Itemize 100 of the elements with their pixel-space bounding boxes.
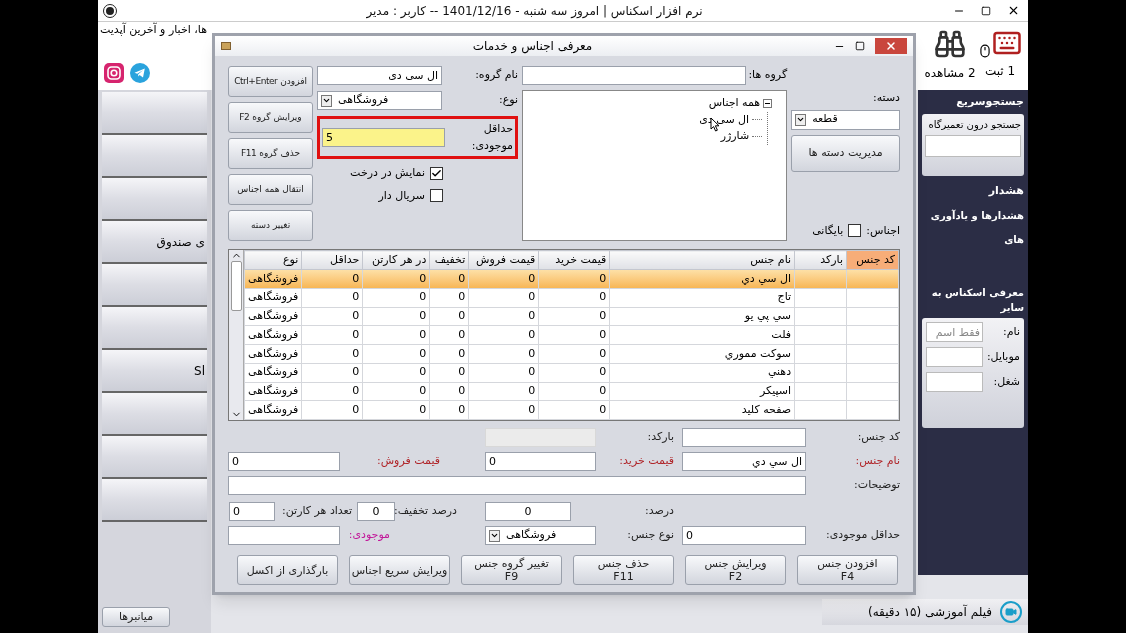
category-select[interactable]: قطعه <box>791 109 900 130</box>
column-header[interactable]: کد جنس <box>846 250 899 270</box>
panel-heading: جستجوسریع <box>955 94 1024 110</box>
table-cell: 0 <box>468 363 539 382</box>
table-cell <box>846 269 899 289</box>
archive-checkbox[interactable] <box>848 224 862 238</box>
code-field[interactable] <box>682 428 806 447</box>
text-field[interactable] <box>926 347 983 367</box>
alert-text: هشدارها و یادآوری های <box>930 210 1024 245</box>
tree-item[interactable]: شارژر <box>720 128 750 145</box>
checkbox[interactable] <box>429 166 443 180</box>
table-cell <box>846 325 899 345</box>
checkbox[interactable] <box>429 189 443 203</box>
table-cell: 0 <box>429 307 469 326</box>
stock-field[interactable] <box>228 526 340 545</box>
field-label: کد جنس: <box>856 429 900 446</box>
table-cell: 0 <box>468 325 539 345</box>
close-icon[interactable] <box>1007 4 1020 17</box>
telegram-icon[interactable] <box>130 62 150 83</box>
table-cell: 0 <box>468 288 539 307</box>
video-camera-icon <box>1000 601 1022 623</box>
column-header[interactable]: تخفیف <box>429 250 469 270</box>
field-label: تعداد هر کارتن: <box>281 503 353 520</box>
carton-count-field[interactable]: 0 <box>229 502 275 521</box>
table-cell: اسپيکر <box>609 382 795 401</box>
column-header[interactable]: قیمت فروش <box>468 250 539 270</box>
sidebar-button[interactable] <box>102 92 207 135</box>
sidebar-button[interactable] <box>102 307 207 350</box>
group-action-button[interactable]: حذف گروه F11 <box>228 138 314 169</box>
table-cell: 0 <box>429 269 469 289</box>
table-cell: 0 <box>429 400 469 420</box>
scroll-thumb[interactable] <box>230 261 242 311</box>
group-action-button[interactable]: ویرایش گروه F2 <box>228 102 314 133</box>
sidebar-button[interactable]: ی صندوق <box>102 221 207 264</box>
maximize-icon[interactable] <box>855 41 865 51</box>
table-cell <box>846 382 899 401</box>
field-label: درصد: <box>643 503 675 520</box>
item-type-select[interactable]: فروشگاهی <box>485 526 596 545</box>
shortcuts-button[interactable]: میانبرها <box>102 607 170 627</box>
sidebar-button[interactable] <box>102 393 207 436</box>
panel-heading: معرفی اسکناس به سایر <box>930 286 1024 315</box>
table-cell: ال سي دي <box>609 269 795 289</box>
table-cell: 0 <box>468 344 539 364</box>
group-action-button[interactable]: افزودن Ctrl+Enter <box>228 66 314 97</box>
checkbox-label: سریال دار <box>378 187 425 204</box>
toolbar-button[interactable]: 2 مشاهده <box>924 64 976 82</box>
video-link[interactable]: فیلم آموزشی (۱۵ دقیقه) <box>822 599 1028 625</box>
notes-field[interactable] <box>228 476 806 495</box>
collapse-icon[interactable] <box>763 98 773 108</box>
table-cell: 0 <box>301 307 363 326</box>
table-cell <box>846 363 899 382</box>
toolbar-button[interactable]: 1 ثبت <box>984 62 1016 80</box>
card-label: جستجو درون تعمیرگاه <box>927 117 1021 132</box>
group-action-button[interactable]: انتقال همه اجناس <box>228 174 314 205</box>
field-label: نام گروه: <box>475 67 518 84</box>
discount-field[interactable]: 0 <box>357 502 395 521</box>
sidebar-button[interactable] <box>102 479 207 522</box>
group-name-field[interactable]: ال سی دی <box>317 66 443 85</box>
table-cell: سوکت مموري <box>609 344 795 364</box>
column-header[interactable]: در هر کارتن <box>362 250 430 270</box>
tree-item[interactable]: همه اجناس <box>708 95 761 112</box>
group-type-select[interactable]: فروشگاهی <box>317 91 443 110</box>
table-cell: 0 <box>538 400 610 420</box>
table-cell: 0 <box>362 400 430 420</box>
text-field[interactable] <box>926 372 983 392</box>
instagram-icon[interactable] <box>104 62 124 83</box>
table-cell: 0 <box>538 288 610 307</box>
buy-price-field[interactable]: 0 <box>485 452 596 471</box>
manage-categories-button[interactable]: مدیریت دسته ها <box>791 134 900 172</box>
min-stock-field[interactable]: 0 <box>682 526 806 545</box>
scrollbar[interactable] <box>229 250 244 420</box>
field-label: نام جنس: <box>854 453 900 470</box>
column-header[interactable]: نوع <box>244 250 302 270</box>
table-cell <box>846 344 899 364</box>
action-button[interactable]: ویرایش سریع اجناس <box>349 555 450 585</box>
action-button[interactable]: بارگذاری از اکسل <box>237 555 338 585</box>
column-header[interactable]: قیمت خرید <box>538 250 610 270</box>
sidebar-button[interactable] <box>102 178 207 221</box>
field-label: شغل: <box>992 373 1020 390</box>
field-label: نوع: <box>498 92 518 109</box>
restore-icon[interactable] <box>981 5 991 16</box>
column-header[interactable]: حداقل <box>301 250 363 270</box>
sell-price-field[interactable]: 0 <box>228 452 340 471</box>
text-field[interactable]: فقط اسم <box>926 322 983 342</box>
table-cell: فلت <box>609 325 795 345</box>
sidebar-button[interactable] <box>102 436 207 479</box>
column-header[interactable]: بارکد <box>794 250 847 270</box>
close-button[interactable] <box>875 38 907 54</box>
search-field[interactable] <box>925 134 1021 157</box>
groups-field[interactable] <box>521 66 746 85</box>
min-stock-field[interactable]: 5 <box>322 128 446 147</box>
percent-field[interactable]: 0 <box>485 502 571 521</box>
sidebar-button[interactable]: Sl <box>102 350 207 393</box>
sidebar-button[interactable] <box>102 135 207 178</box>
sidebar-button[interactable] <box>102 264 207 307</box>
table-cell: 0 <box>538 382 610 401</box>
group-action-button[interactable]: تغییر دسته <box>228 210 314 241</box>
column-header[interactable]: نام جنس <box>609 250 795 270</box>
table-cell: 0 <box>362 325 430 345</box>
item-name-field[interactable]: ال سي دي <box>682 452 806 471</box>
